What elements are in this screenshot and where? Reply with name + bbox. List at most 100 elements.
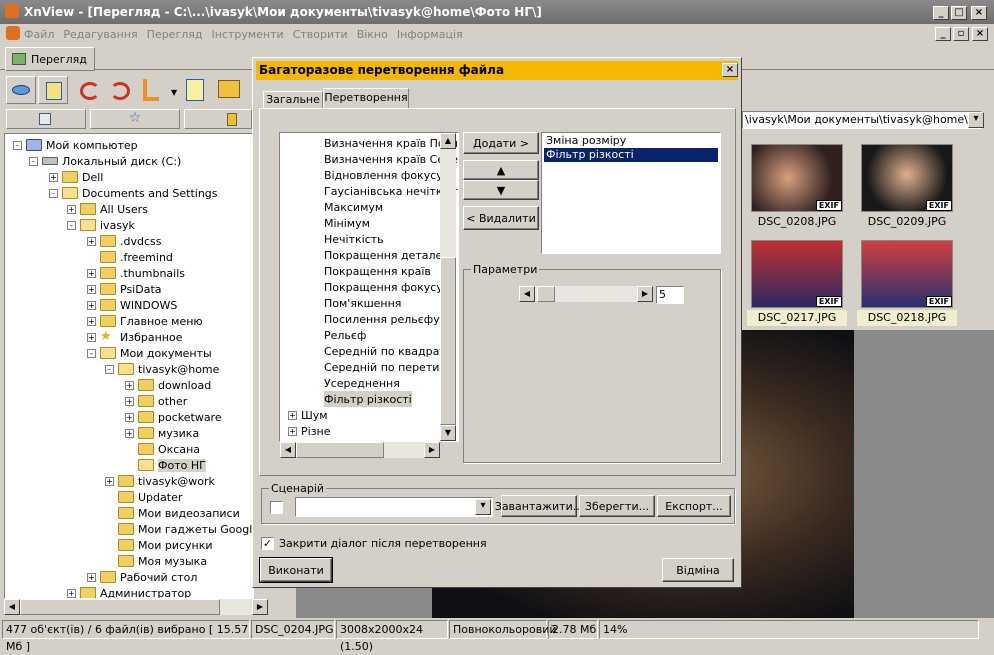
menu-tools[interactable]: Інструменти: [211, 28, 283, 41]
tree-item[interactable]: Мои рисунки: [105, 537, 213, 553]
tree-hscroll-thumb[interactable]: [20, 599, 220, 615]
filters-scroll-down-button[interactable]: ▼: [440, 425, 456, 441]
expand-icon[interactable]: +: [87, 268, 96, 278]
dialog-close-button[interactable]: ×: [722, 63, 738, 77]
thumbnail-caption[interactable]: DSC_0217.JPG: [747, 310, 847, 326]
folder-tree[interactable]: - Мой компьютер - Локальный диск (C:) + Dell -…: [4, 133, 254, 599]
expand-icon[interactable]: +: [288, 426, 297, 436]
filters-vscroll-thumb[interactable]: [440, 257, 456, 425]
tree-item[interactable]: + Главное меню: [87, 313, 203, 329]
menu-info[interactable]: Інформація: [397, 28, 463, 41]
close-after-label[interactable]: Закрити діалог після перетворення: [279, 537, 487, 550]
browse-icon[interactable]: [38, 76, 68, 104]
eye-icon[interactable]: [6, 76, 36, 104]
scenario-dropdown-button[interactable]: ▾: [475, 499, 491, 515]
slider-right-button[interactable]: ▶: [637, 286, 653, 302]
filter-item[interactable]: Середній по перетину: [324, 359, 453, 375]
filter-item[interactable]: Визначення країв Посл: [324, 135, 458, 151]
execute-button[interactable]: Виконати: [259, 557, 333, 583]
tree-item[interactable]: + музика: [125, 425, 199, 441]
filters-hscrollbar[interactable]: ◀ ▶: [280, 442, 440, 458]
mdi-close-button[interactable]: ×: [972, 27, 988, 41]
expand-icon[interactable]: +: [87, 572, 96, 582]
collapse-icon[interactable]: -: [87, 348, 96, 358]
tree-hscrollbar[interactable]: ◀ ▶: [4, 599, 268, 615]
filter-item[interactable]: Нечіткість: [324, 231, 384, 247]
tree-item[interactable]: - ivasyk: [67, 217, 135, 233]
filters-scroll-up-button[interactable]: ▲: [440, 133, 456, 149]
remove-button[interactable]: < Видалити: [463, 206, 539, 230]
tree-item[interactable]: Моя музыка: [105, 553, 207, 569]
tree-item[interactable]: Updater: [105, 489, 182, 505]
rotate-left-icon[interactable]: [80, 82, 100, 100]
expand-icon[interactable]: +: [87, 236, 96, 246]
expand-icon[interactable]: +: [87, 284, 96, 294]
close-after-checkbox[interactable]: ✓: [261, 537, 274, 550]
tree-item[interactable]: + Рабочий стол: [87, 569, 197, 585]
thumbnail-image[interactable]: EXIF: [861, 240, 953, 308]
tree-item[interactable]: - Documents and Settings: [49, 185, 218, 201]
maximize-button[interactable]: □: [951, 6, 967, 20]
tree-item[interactable]: .freemind: [87, 249, 173, 265]
expand-icon[interactable]: +: [288, 410, 297, 420]
mdi-minimize-button[interactable]: _: [935, 27, 951, 41]
minimize-button[interactable]: _: [933, 6, 949, 20]
filter-item[interactable]: Покращення країв: [324, 263, 431, 279]
menu-create[interactable]: Створити: [293, 28, 348, 41]
collapse-icon[interactable]: -: [29, 156, 38, 166]
tab-transform[interactable]: Перетворення: [323, 88, 409, 109]
thumbnail-image[interactable]: EXIF: [751, 144, 843, 212]
filter-item[interactable]: Відновлення фокусу: [324, 167, 443, 183]
thumbnail-image[interactable]: EXIF: [751, 240, 843, 308]
filter-item[interactable]: Пом'якшення: [324, 295, 401, 311]
document-icon[interactable]: [186, 79, 204, 101]
move-up-button[interactable]: ▲: [463, 160, 539, 180]
filter-item[interactable]: Максимум: [324, 199, 383, 215]
tree-item[interactable]: + tivasyk@work: [105, 473, 215, 489]
collapse-icon[interactable]: -: [105, 364, 114, 374]
menu-window[interactable]: Вікно: [357, 28, 388, 41]
filters-vscrollbar[interactable]: ▲ ▼: [440, 133, 456, 441]
cancel-button[interactable]: Відміна: [662, 558, 734, 582]
expand-icon[interactable]: +: [87, 300, 96, 310]
add-button[interactable]: Додати >: [463, 132, 539, 154]
filter-group[interactable]: + Різне: [288, 423, 331, 439]
menu-edit[interactable]: Редагування: [63, 28, 137, 41]
move-down-button[interactable]: ▼: [463, 180, 539, 200]
slider-left-button[interactable]: ◀: [519, 286, 535, 302]
expand-icon[interactable]: +: [87, 332, 96, 342]
filter-group[interactable]: + Шум: [288, 407, 328, 423]
convert-icon[interactable]: [143, 79, 159, 101]
save-button[interactable]: Зберегти...: [579, 495, 655, 517]
export-button[interactable]: Експорт...: [657, 495, 731, 517]
expand-icon[interactable]: +: [105, 476, 114, 486]
dropdown-arrow-icon[interactable]: ▼: [171, 88, 177, 97]
tree-item[interactable]: + pocketware: [125, 409, 222, 425]
tree-scroll-right-button[interactable]: ▶: [252, 599, 268, 615]
tree-item[interactable]: + PsiData: [87, 281, 162, 297]
tree-item[interactable]: - Мой компьютер: [13, 137, 138, 153]
tree-item[interactable]: Оксана: [125, 441, 200, 457]
favorites-tab[interactable]: ☆: [90, 109, 180, 129]
filter-item[interactable]: Мінімум: [324, 215, 370, 231]
expand-icon[interactable]: +: [125, 412, 134, 422]
tree-item[interactable]: - Мои документы: [87, 345, 212, 361]
tree-scroll-left-button[interactable]: ◀: [4, 599, 20, 615]
thumbnail-caption[interactable]: DSC_0209.JPG: [857, 214, 957, 230]
expand-icon[interactable]: +: [125, 380, 134, 390]
collapse-icon[interactable]: -: [13, 140, 22, 150]
filter-item[interactable]: Фільтр різкості: [324, 391, 412, 407]
menu-file[interactable]: Файл: [24, 28, 54, 41]
thumbnail-image[interactable]: EXIF: [861, 144, 953, 212]
filter-item[interactable]: Визначення країв Сере: [324, 151, 458, 167]
path-bar[interactable]: \ivasyk\Мои документы\tivasyk@home\Фото: [742, 111, 982, 129]
applied-item-resize[interactable]: Зміна розміру: [544, 134, 718, 148]
tree-item[interactable]: - Локальный диск (C:): [29, 153, 181, 169]
tree-item[interactable]: + other: [125, 393, 187, 409]
tree-item[interactable]: Мои гаджеты Google: [105, 521, 253, 537]
rotate-right-icon[interactable]: [110, 82, 130, 100]
tree-item[interactable]: + WINDOWS: [87, 297, 177, 313]
collapse-icon[interactable]: -: [49, 188, 58, 198]
expand-icon[interactable]: +: [49, 172, 58, 182]
filter-item[interactable]: Посилення рельєфу: [324, 311, 440, 327]
